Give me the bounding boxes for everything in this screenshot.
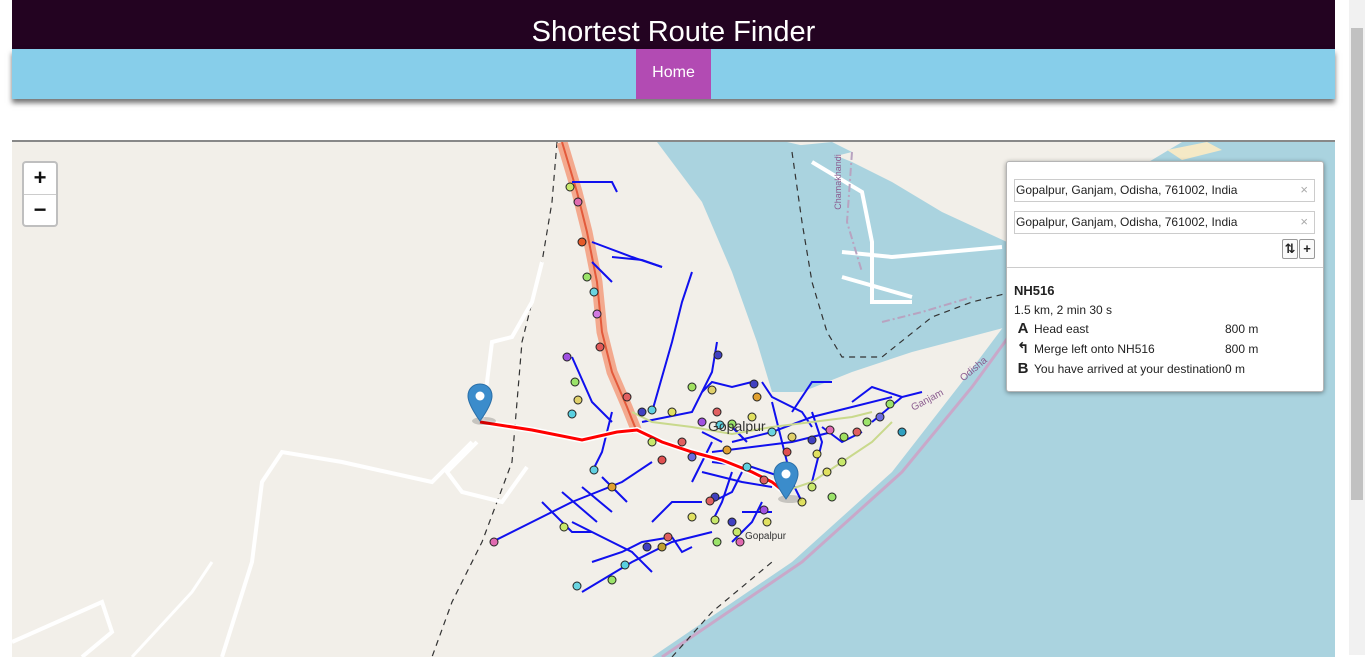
panel-divider	[1007, 267, 1323, 268]
town-small-label: Gopalpur	[745, 531, 787, 542]
instruction-distance: 800 m	[1225, 322, 1259, 336]
instruction-distance: 800 m	[1225, 342, 1259, 356]
reverse-waypoints-button[interactable]: ⇅	[1282, 239, 1298, 259]
instruction-row[interactable]: A Head east 800 m	[1014, 320, 1319, 338]
map-view[interactable]: Gopalpur Gopalpur Ganjam Odisha Chamakha…	[12, 140, 1335, 657]
add-waypoint-button[interactable]: +	[1299, 239, 1315, 259]
zoom-out-button[interactable]: −	[24, 195, 56, 226]
waypoint-start: ×	[1014, 179, 1315, 202]
nav-bar: Home	[12, 49, 1335, 99]
end-marker	[773, 461, 802, 503]
app-header: Shortest Route Finder	[12, 0, 1335, 49]
end-point-icon: B	[1017, 360, 1029, 377]
route-summary: 1.5 km, 2 min 30 s	[1014, 303, 1113, 317]
start-marker	[467, 383, 496, 425]
instruction-text: Head east	[1034, 322, 1089, 336]
zoom-control: + −	[22, 161, 58, 227]
zoom-in-button[interactable]: +	[24, 163, 56, 195]
page-scrollbar-thumb[interactable]	[1351, 28, 1363, 500]
waypoint-start-input[interactable]	[1015, 180, 1286, 199]
town-label: Gopalpur	[708, 418, 766, 434]
page-title: Shortest Route Finder	[531, 16, 816, 48]
clear-end-icon[interactable]: ×	[1300, 214, 1308, 229]
routing-panel: × × ⇅ + NH516 1.5 km, 2 min 30 s A Head …	[1006, 161, 1324, 392]
clear-start-icon[interactable]: ×	[1300, 182, 1308, 197]
instruction-text: Merge left onto NH516	[1034, 342, 1155, 356]
waypoint-end: ×	[1014, 211, 1315, 234]
waypoint-end-input[interactable]	[1015, 212, 1286, 231]
instruction-distance: 0 m	[1225, 362, 1246, 376]
nav-home-link[interactable]: Home	[636, 49, 711, 99]
start-point-icon: A	[1017, 320, 1029, 337]
instruction-row[interactable]: B You have arrived at your destination 0…	[1014, 360, 1319, 378]
village-label: Chamakhandi	[832, 154, 843, 210]
route-name: NH516	[1014, 283, 1055, 298]
turn-left-icon: ↰	[1016, 340, 1030, 357]
instruction-row[interactable]: ↰ Merge left onto NH516 800 m	[1014, 340, 1319, 358]
instruction-text: You have arrived at your destination	[1034, 362, 1226, 376]
